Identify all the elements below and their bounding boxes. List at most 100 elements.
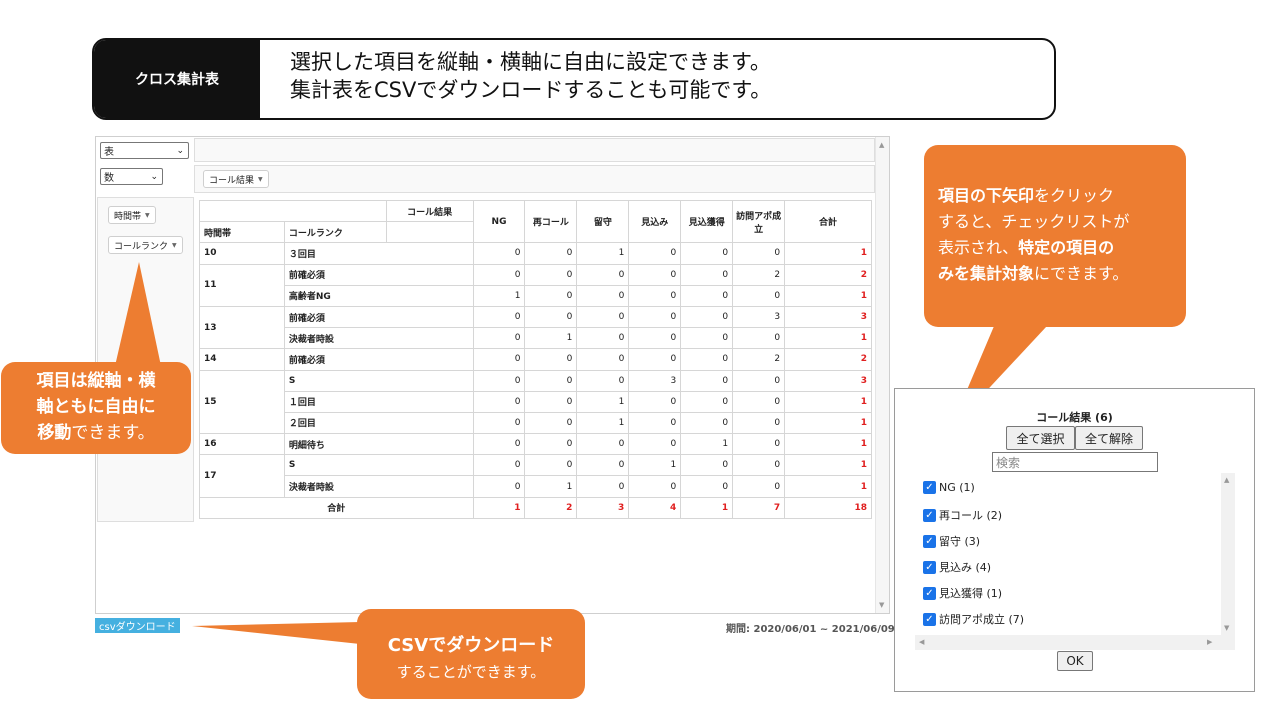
select-all-button[interactable]: 全て選択 — [1006, 426, 1075, 450]
checklist-item-label: 見込獲得 (1) — [939, 587, 1003, 600]
totals-label: 合計 — [199, 496, 474, 519]
value-cell: 0 — [628, 475, 682, 498]
pivot-table: コール結果 NG 再コール 留守 見込み 見込獲得 訪問アポ成立 合計 時間帯 コールランク 10… — [199, 199, 872, 519]
checklist-item[interactable]: ✓ NG (1) — [923, 481, 975, 494]
checkbox-checked-icon[interactable]: ✓ — [923, 481, 936, 494]
rank-cell: 前確必須 — [283, 305, 474, 329]
value-cell: 0 — [732, 327, 786, 350]
value-cell: 1 — [680, 433, 734, 456]
header-blank — [199, 199, 387, 223]
callout-right-text-3: 表示され、 — [938, 238, 1019, 257]
value-cell: 3 — [628, 369, 682, 392]
value-cell: 0 — [576, 284, 630, 307]
col-attr-label: コール結果 — [385, 199, 474, 223]
rank-cell: 明細待ち — [283, 433, 474, 456]
checkbox-checked-icon[interactable]: ✓ — [923, 586, 936, 600]
column-header: 再コール — [524, 199, 578, 244]
row-field-pill-hour[interactable]: 時間帯 ▼ — [108, 206, 156, 224]
scroll-right-icon[interactable]: ▶ — [1207, 638, 1212, 646]
callout-right-text-2: すると、チェックリストが — [938, 212, 1130, 231]
scroll-up-icon[interactable]: ▲ — [1224, 476, 1229, 484]
aggregator-select[interactable]: 数 ⌄ — [100, 168, 163, 185]
value-cell: 0 — [628, 411, 682, 435]
period-label: 期間: 2020/06/01 ~ 2021/06/09 — [726, 624, 895, 635]
checkbox-checked-icon[interactable]: ✓ — [923, 534, 936, 548]
checklist: ✓ NG (1) ✓ 再コール (2) ✓ 留守 (3) ✓ 見込み (4) ✓ 見込獲得 (1)… — [915, 473, 1235, 650]
renderer-select[interactable]: 表 ⌄ — [100, 142, 189, 159]
column-total-cell: 2 — [524, 496, 578, 519]
table-row: ２回目 0 0 1 0 0 0 1 — [200, 411, 872, 435]
checklist-item[interactable]: ✓ 再コール (2) — [923, 507, 1002, 523]
value-cell: 0 — [680, 411, 734, 435]
renderer-select-value: 表 — [104, 147, 114, 158]
value-cell: 0 — [628, 327, 682, 350]
scroll-left-icon[interactable]: ◀ — [919, 638, 924, 646]
rank-cell: １回目 — [283, 390, 474, 413]
hour-cell: 13 — [199, 305, 285, 350]
value-cell: 0 — [472, 242, 526, 265]
value-cell: 0 — [628, 390, 682, 413]
value-cell: 0 — [524, 411, 578, 435]
scroll-up-icon[interactable]: ▲ — [879, 141, 884, 149]
value-cell: 1 — [524, 475, 578, 498]
checklist-item[interactable]: ✓ 見込み (4) — [923, 559, 991, 575]
dropdown-arrow-icon[interactable]: ▼ — [258, 176, 263, 183]
rank-cell: S — [283, 454, 474, 477]
row-total-cell: 1 — [784, 390, 872, 413]
checklist-vertical-scrollbar[interactable]: ▲ ▼ — [1221, 473, 1235, 635]
column-header: 留守 — [576, 199, 630, 244]
table-row: 10 ３回目 0 0 1 0 0 0 1 — [199, 242, 872, 265]
checkbox-checked-icon[interactable]: ✓ — [923, 612, 936, 626]
value-cell: 0 — [524, 369, 578, 392]
rank-cell: 決裁者時設 — [283, 327, 474, 350]
ok-button[interactable]: OK — [1057, 651, 1093, 671]
unused-fields-area — [194, 138, 875, 162]
value-cell: 0 — [576, 305, 630, 329]
checklist-item[interactable]: ✓ 見込獲得 (1) — [923, 585, 1002, 601]
value-cell: 0 — [628, 433, 682, 456]
hour-cell: 14 — [199, 348, 285, 371]
popup-search-input[interactable]: 検索 — [992, 452, 1158, 472]
checklist-item-label: 見込み (4) — [939, 561, 992, 574]
checklist-item[interactable]: ✓ 訪問アポ成立 (7) — [923, 611, 1024, 627]
column-fields-area: コール結果 ▼ — [194, 165, 875, 193]
hour-cell: 16 — [199, 433, 285, 456]
banner-line-2: 集計表をCSVでダウンロードすることも可能です。 — [290, 78, 772, 102]
value-cell: 0 — [680, 305, 734, 329]
row-total-cell: 1 — [784, 411, 872, 435]
checkbox-checked-icon[interactable]: ✓ — [923, 560, 936, 574]
value-cell: 0 — [524, 305, 578, 329]
row-total-cell: 3 — [784, 369, 872, 392]
checklist-horizontal-scrollbar[interactable]: ◀ ▶ — [915, 635, 1235, 650]
value-cell: 0 — [576, 433, 630, 456]
checkbox-checked-icon[interactable]: ✓ — [923, 508, 936, 522]
row-field-pill-rank[interactable]: コールランク ▼ — [108, 236, 183, 254]
hour-cell: 15 — [199, 369, 285, 435]
row-header-hour: 時間帯 — [199, 221, 285, 244]
value-cell: 1 — [628, 454, 682, 477]
column-total-cell: 18 — [784, 496, 872, 519]
scroll-down-icon[interactable]: ▼ — [1224, 624, 1229, 632]
checklist-item-label: 訪問アポ成立 (7) — [939, 613, 1025, 626]
dropdown-arrow-icon[interactable]: ▼ — [145, 212, 150, 219]
value-cell: 0 — [732, 411, 786, 435]
checklist-item[interactable]: ✓ 留守 (3) — [923, 533, 980, 549]
col-field-pill[interactable]: コール結果 ▼ — [203, 170, 269, 188]
csv-download-button[interactable]: csvダウンロード — [95, 618, 180, 633]
deselect-all-button[interactable]: 全て解除 — [1075, 426, 1143, 450]
value-cell: 0 — [576, 475, 630, 498]
callout-left-bold-3: 移動 — [37, 423, 72, 443]
scroll-down-icon[interactable]: ▼ — [879, 601, 884, 609]
value-cell: 0 — [472, 305, 526, 329]
callout-left-line-2: 軸ともに自由に — [36, 397, 156, 417]
column-header: 訪問アポ成立 — [732, 199, 786, 244]
checklist-item-label: 再コール (2) — [939, 509, 1003, 522]
column-total-cell: 7 — [732, 496, 786, 519]
feature-banner: クロス集計表 選択した項目を縦軸・横軸に自由に設定できます。 集計表をCSVでダ… — [92, 38, 1056, 120]
column-header: 合計 — [784, 199, 872, 244]
column-total-cell: 1 — [472, 496, 526, 519]
row-total-cell: 2 — [784, 348, 872, 371]
rank-cell: ３回目 — [283, 242, 474, 265]
vertical-scrollbar[interactable]: ▲ ▼ — [875, 137, 889, 613]
dropdown-arrow-icon[interactable]: ▼ — [172, 242, 177, 249]
